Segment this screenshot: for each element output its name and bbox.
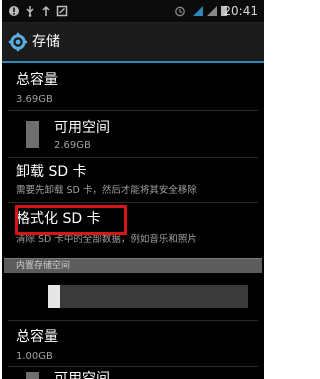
internal-storage-section-header: 内置存储空间: [4, 258, 262, 273]
format-sd-card-description: 清除 SD 卡中的全部数据，例如音乐和照片: [16, 234, 197, 245]
internal-total-capacity-label: 总容量: [16, 329, 58, 345]
action-bar: 存储: [2, 23, 264, 63]
storage-usage-fill: [48, 285, 60, 308]
divider: [8, 110, 258, 111]
phone-screen: 20:41 存储 总容量 3.69GB 可用空间 2.69GB 卸载 SD 卡: [2, 0, 264, 379]
internal-total-capacity-value: 1.00GB: [16, 351, 53, 362]
unmount-sd-card-description: 需要先卸载 SD 卡，然后才能将其安全移除: [16, 185, 197, 196]
red-highlight-box: [15, 205, 127, 235]
wifi-signal-icon: [193, 6, 203, 16]
divider: [8, 366, 258, 367]
section-header-label: 内置存储空间: [16, 261, 71, 271]
alarm-clock-icon: [175, 6, 185, 17]
available-space-value: 2.69GB: [54, 140, 91, 151]
storage-usage-bar: [48, 285, 248, 308]
total-capacity-label: 总容量: [16, 72, 58, 88]
divider: [8, 157, 258, 158]
divider: [8, 320, 258, 321]
usb-connection-icon: [26, 6, 34, 17]
total-capacity-value: 3.69GB: [16, 94, 53, 105]
sd-card-icon: [56, 5, 68, 17]
status-bar: 20:41: [2, 0, 264, 23]
cell-signal-icon: [207, 6, 217, 16]
available-space-color-key: [26, 121, 39, 148]
notification-alert-icon: [9, 6, 19, 16]
available-space-label: 可用空间: [54, 120, 110, 136]
usb-debugging-icon: [42, 5, 50, 16]
divider: [8, 202, 258, 203]
status-time: 20:41: [223, 4, 258, 18]
internal-available-space-label: 可用空间: [54, 371, 110, 379]
page-title: 存储: [32, 34, 60, 50]
unmount-sd-card-label: 卸载 SD 卡: [16, 164, 87, 180]
internal-available-color-key: [26, 372, 39, 379]
screenshot-frame: 20:41 存储 总容量 3.69GB 可用空间 2.69GB 卸载 SD 卡: [0, 0, 266, 379]
settings-gear-icon[interactable]: [8, 32, 28, 52]
